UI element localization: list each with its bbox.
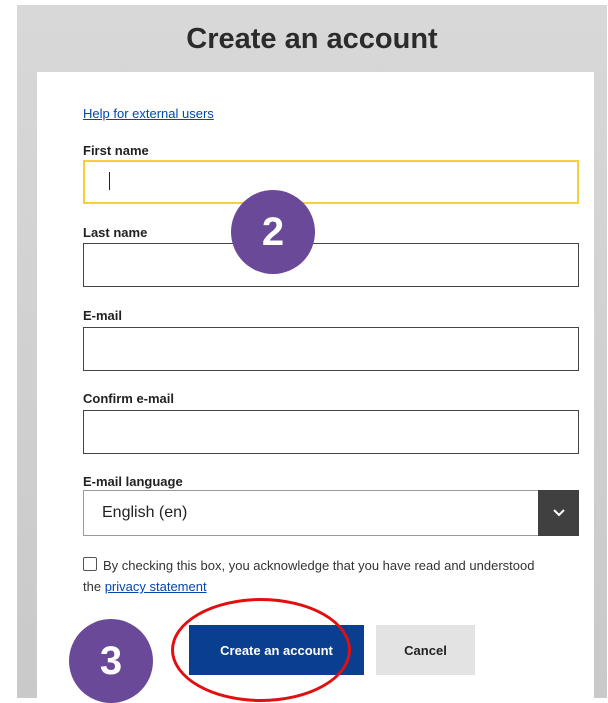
last-name-label: Last name [83,225,148,240]
confirm-email-label: Confirm e-mail [83,391,175,406]
help-link[interactable]: Help for external users [83,106,214,121]
email-label: E-mail [83,308,123,323]
dialog-frame: Create an account Help for external user… [17,5,607,698]
consent-text: By checking this box, you acknowledge th… [83,555,553,597]
email-language-select[interactable]: English (en) [83,490,579,536]
email-language-label: E-mail language [83,474,183,489]
chevron-down-icon [552,509,565,517]
email-input[interactable] [83,327,579,371]
step-3-badge: 3 [69,619,153,703]
text-caret [109,172,110,190]
privacy-statement-link[interactable]: privacy statement [105,579,207,594]
first-name-label: First name [83,143,149,158]
first-name-input[interactable] [83,160,579,204]
highlight-ring [171,598,351,702]
step-2-badge: 2 [231,190,315,274]
dialog-title: Create an account [186,23,438,55]
last-name-input[interactable] [83,243,579,287]
cancel-button[interactable]: Cancel [376,625,475,675]
dropdown-arrow[interactable] [538,490,579,536]
email-language-value: English (en) [102,504,188,521]
form-card: Help for external users First name Last … [37,72,594,698]
confirm-email-input[interactable] [83,410,579,454]
